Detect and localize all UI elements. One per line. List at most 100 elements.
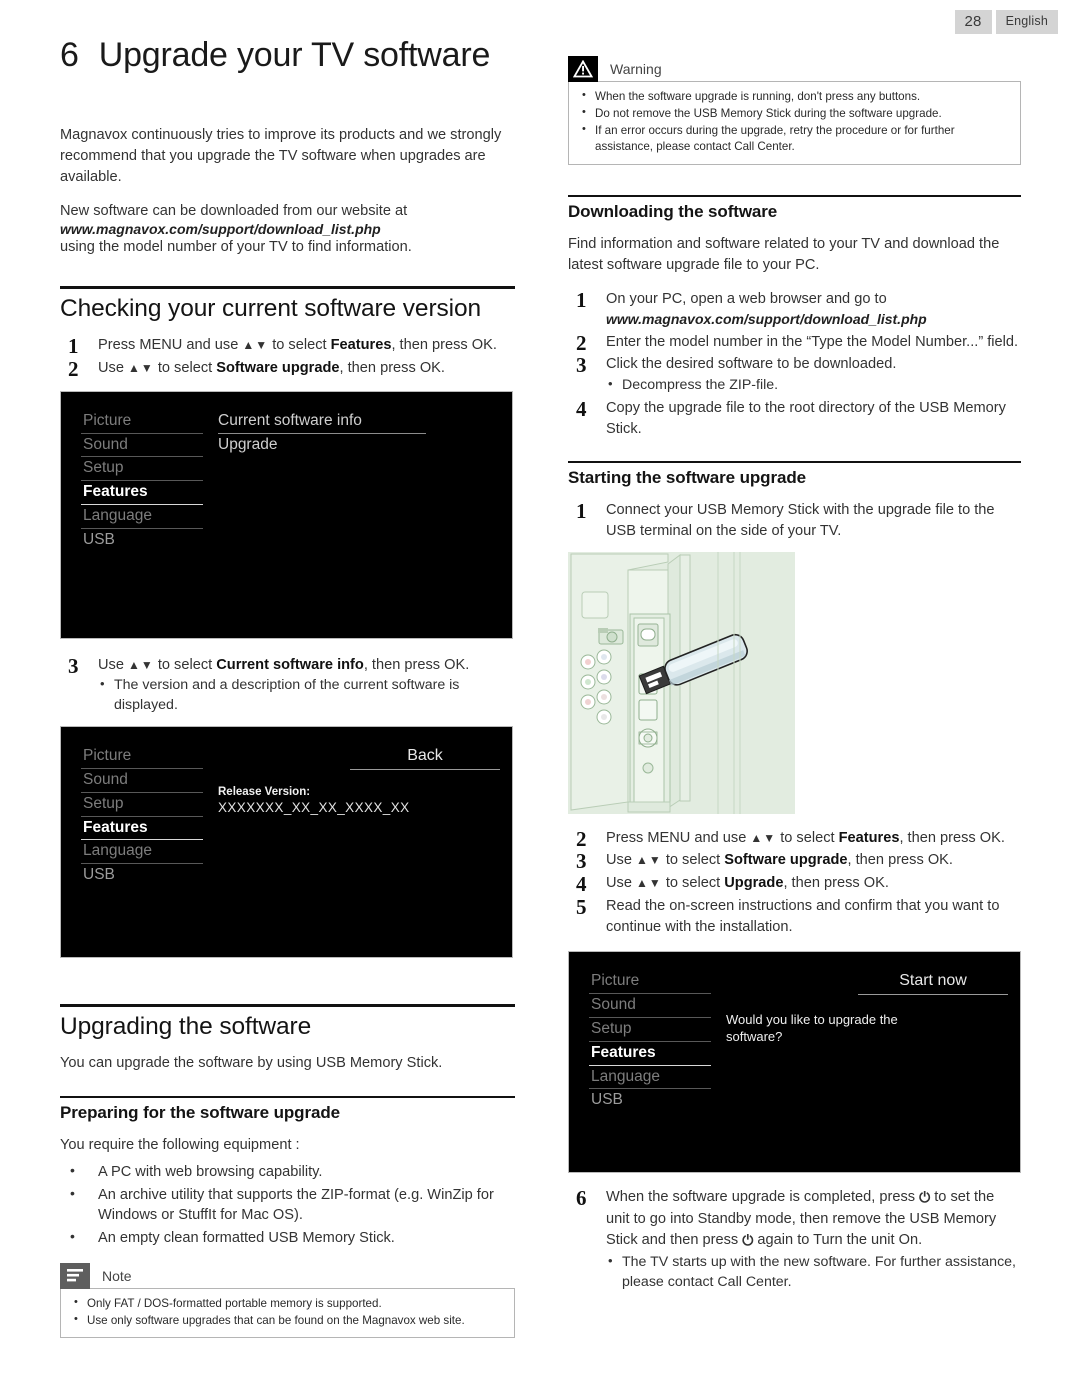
step-text-a: When the software upgrade is completed, …	[606, 1189, 920, 1206]
step-text-b: to select	[268, 337, 331, 354]
osd-menu-item-picture[interactable]: Picture	[81, 410, 203, 434]
osd-back-button[interactable]: Back	[350, 745, 500, 771]
subsection-rule	[60, 1096, 515, 1099]
step-text-c: , then press OK.	[847, 852, 953, 869]
requirement-lead: You require the following equipment :	[60, 1137, 300, 1154]
step-text: Copy the upgrade file to the root direct…	[606, 399, 1006, 437]
left-column: 6 Upgrade your TV software Magnavox cont…	[60, 36, 515, 1339]
step-text-a: Press MENU and use	[606, 829, 751, 846]
step-bold-term: Current software info	[216, 656, 364, 673]
step-item: 1 Press MENU and use ▲▼ to select Featur…	[60, 334, 515, 358]
step-item: 2 Press MENU and use ▲▼ to select Featur…	[568, 827, 1021, 851]
requirements-list: A PC with web browsing capability. An ar…	[60, 1161, 515, 1249]
step-number: 2	[68, 357, 79, 382]
warning-title: Warning	[610, 61, 662, 77]
warning-callout: Warning When the software upgrade is run…	[568, 56, 1021, 166]
osd-content-pane: Current software info Upgrade	[203, 410, 512, 638]
up-down-arrows-icon: ▲▼	[128, 657, 154, 672]
osd-start-now-button[interactable]: Start now	[858, 970, 1008, 996]
step-text-c: , then press OK.	[899, 829, 1005, 846]
sub-bullet-item: The TV starts up with the new software. …	[606, 1252, 1021, 1293]
warning-triangle-icon	[573, 60, 593, 78]
osd-menu-item-language[interactable]: Language	[81, 505, 203, 529]
step-number: 6	[576, 1186, 587, 1211]
osd-screenshot-upgrade-confirm: Picture Sound Setup Features Language US…	[568, 951, 1021, 1174]
intro-paragraph-2-lead: New software can be downloaded from our …	[60, 202, 408, 219]
note-body: Only FAT / DOS-formatted portable memory…	[60, 1287, 515, 1339]
up-down-arrows-icon: ▲▼	[242, 338, 269, 353]
list-item: An archive utility that supports the ZIP…	[60, 1184, 515, 1226]
osd-release-version-value: XXXXXXX_XX_XX_XXXX_XX	[218, 799, 410, 815]
section-rule	[60, 286, 515, 290]
osd-upgrade-question: Would you like to upgrade the software?	[726, 1012, 898, 1045]
osd-menu-item-usb[interactable]: USB	[589, 1089, 711, 1112]
osd-menu-item-setup[interactable]: Setup	[589, 1018, 711, 1042]
step-text-c: , then press OK.	[391, 337, 497, 354]
note-callout: Note Only FAT / DOS-formatted portable m…	[60, 1262, 515, 1339]
osd-menu-item-setup[interactable]: Setup	[81, 457, 203, 482]
up-down-arrows-icon: ▲▼	[636, 853, 662, 868]
step-item: 3 Use ▲▼ to select Software upgrade, the…	[568, 849, 1021, 873]
osd-menu-item-language[interactable]: Language	[81, 840, 203, 865]
step-text: Enter the model number in the “Type the …	[606, 333, 1019, 350]
section-heading-checking: Checking your current software version	[60, 295, 482, 323]
warning-body: When the software upgrade is running, do…	[568, 81, 1021, 166]
subsection-rule	[568, 195, 1021, 198]
step-bold-term: Features	[330, 337, 392, 354]
step-text-a: Use	[606, 875, 637, 892]
osd-menu-item-usb[interactable]: USB	[81, 864, 203, 887]
osd-menu-item-features[interactable]: Features	[589, 1042, 711, 1066]
step-number: 4	[576, 396, 587, 421]
tv-usb-connection-illustration	[568, 551, 795, 814]
download-url-link[interactable]: www.magnavox.com/support/download_list.p…	[606, 310, 1021, 330]
osd-menu-item-sound[interactable]: Sound	[81, 434, 203, 458]
step-text-c: , then press OK.	[363, 656, 470, 673]
step-sub-bullets: The version and a description of the cur…	[98, 675, 515, 716]
subsection-heading-starting: Starting the software upgrade	[568, 468, 806, 488]
osd-menu-item-language[interactable]: Language	[589, 1066, 711, 1090]
checking-steps-list: 1 Press MENU and use ▲▼ to select Featur…	[60, 334, 515, 381]
step-item: 1 On your PC, open a web browser and go …	[568, 288, 1021, 330]
list-item: If an error occurs during the upgrade, r…	[579, 122, 1010, 157]
download-url-link[interactable]: www.magnavox.com/support/download_list.p…	[60, 221, 515, 237]
osd-option-upgrade[interactable]: Upgrade	[218, 434, 426, 457]
osd-menu-item-features[interactable]: Features	[81, 817, 203, 841]
list-item: When the software upgrade is running, do…	[579, 88, 1010, 106]
osd-menu-list: Picture Sound Setup Features Language US…	[81, 745, 203, 957]
downloading-steps-list: 1 On your PC, open a web browser and go …	[568, 288, 1021, 439]
osd-content-pane: Release Version: XXXXXXX_XX_XX_XXXX_XX B…	[203, 745, 512, 957]
step-text-b: to select	[153, 656, 217, 673]
osd-menu-item-picture[interactable]: Picture	[81, 745, 203, 770]
osd-menu-item-sound[interactable]: Sound	[81, 769, 203, 793]
power-icon: ⏻	[742, 1232, 754, 1249]
step-text: Connect your USB Memory Stick with the u…	[606, 502, 995, 539]
osd-option-current-software-info[interactable]: Current software info	[218, 410, 426, 434]
osd-menu-item-setup[interactable]: Setup	[81, 793, 203, 817]
osd-screenshot-software-upgrade: Picture Sound Setup Features Language US…	[60, 390, 513, 639]
step-item: 4 Copy the upgrade file to the root dire…	[568, 396, 1021, 439]
warning-list: When the software upgrade is running, do…	[579, 88, 1010, 157]
osd-menu-item-picture[interactable]: Picture	[589, 970, 711, 995]
step-text: Click the desired software to be downloa…	[606, 356, 897, 373]
note-lines-icon	[67, 1269, 83, 1282]
list-item: Use only software upgrades that can be f…	[71, 1312, 504, 1330]
osd-menu-item-sound[interactable]: Sound	[589, 994, 711, 1018]
osd-menu-item-usb[interactable]: USB	[81, 529, 203, 552]
power-icon: ⏻	[919, 1190, 931, 1207]
right-column: Warning When the software upgrade is run…	[568, 56, 1021, 1295]
osd-menu-item-features[interactable]: Features	[81, 481, 203, 505]
chapter-title-text: Upgrade your TV software	[98, 36, 491, 74]
step-item: 2 Use ▲▼ to select Software upgrade, the…	[60, 357, 515, 381]
list-item: Do not remove the USB Memory Stick durin…	[579, 105, 1010, 123]
step-text-a: Use	[98, 360, 129, 377]
note-icon	[60, 1262, 90, 1289]
warning-callout-header: Warning	[568, 56, 1021, 82]
upgrading-intro: You can upgrade the software by using US…	[60, 1055, 443, 1072]
step-item: 5 Read the on-screen instructions and co…	[568, 895, 1021, 937]
osd-content-pane: Would you like to upgrade the software? …	[711, 970, 1020, 1172]
step-text-b: to select	[153, 360, 217, 377]
intro-paragraph-1: Magnavox continuously tries to improve i…	[60, 127, 502, 185]
step-bold-term: Features	[838, 829, 900, 846]
osd-release-version-block: Release Version: XXXXXXX_XX_XX_XXXX_XX	[218, 785, 512, 816]
step-item: 6 When the software upgrade is completed…	[568, 1186, 1021, 1293]
